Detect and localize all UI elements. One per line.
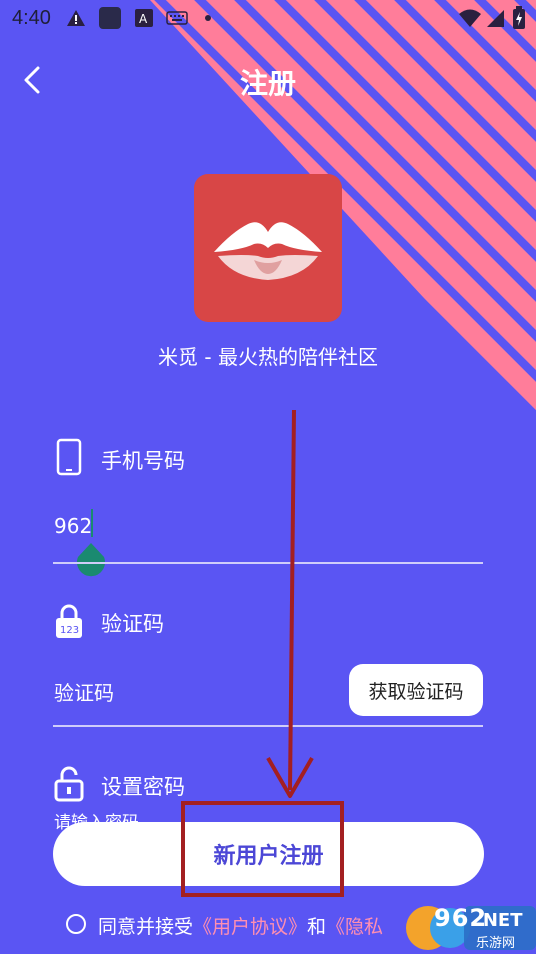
page-title: 注册: [239, 67, 296, 100]
app-icon: [99, 7, 121, 29]
code-label: 验证码: [101, 612, 164, 636]
text-cursor: [91, 509, 93, 537]
app-logo: [194, 174, 342, 322]
mouth-logo-icon: [214, 222, 322, 280]
watermark-logo: 962 .NET 乐游网: [404, 902, 536, 954]
svg-text:A: A: [139, 12, 148, 26]
dot-icon: [205, 15, 211, 21]
watermark-name: 乐游网: [476, 936, 516, 951]
signal-icon: [487, 10, 504, 27]
user-agreement-link[interactable]: 《用户协议》: [193, 916, 307, 938]
agree-and: 和: [307, 916, 327, 938]
phone-icon: [56, 438, 82, 476]
status-time: 4:40: [12, 7, 51, 29]
svg-text:123: 123: [60, 625, 79, 636]
wifi-icon: [459, 9, 481, 27]
agree-radio[interactable]: [66, 914, 86, 934]
status-bar: 4:40 A: [0, 0, 536, 36]
privacy-link[interactable]: 《隐私: [326, 916, 383, 938]
phone-input[interactable]: 962: [54, 514, 92, 538]
cursor-handle-icon[interactable]: [76, 543, 106, 579]
font-icon: A: [135, 9, 153, 27]
code-input[interactable]: 验证码: [54, 677, 114, 706]
unlock-icon: [54, 766, 84, 802]
keyboard-icon: [166, 11, 188, 25]
app-tagline: 米觅 - 最火热的陪伴社区: [158, 345, 378, 369]
lock-123-icon: 123: [56, 604, 82, 638]
code-underline: [53, 725, 483, 727]
password-label: 设置密码: [101, 775, 185, 799]
agree-prefix: 同意并接受: [98, 916, 194, 938]
warning-icon: [67, 10, 85, 26]
agreement-text: 同意并接受《用户协议》和《隐私: [98, 912, 383, 939]
phone-label: 手机号码: [101, 449, 185, 473]
annotation-highlight-box: [181, 801, 344, 897]
battery-icon: [513, 6, 525, 29]
register-screen: 4:40 A 注册 米觅 - 最火热的陪伴社区 手机号码 962 123 验证码…: [0, 0, 536, 954]
phone-underline: [53, 562, 483, 564]
watermark-domain: .NET: [476, 910, 523, 931]
get-code-button[interactable]: 获取验证码: [349, 664, 483, 716]
